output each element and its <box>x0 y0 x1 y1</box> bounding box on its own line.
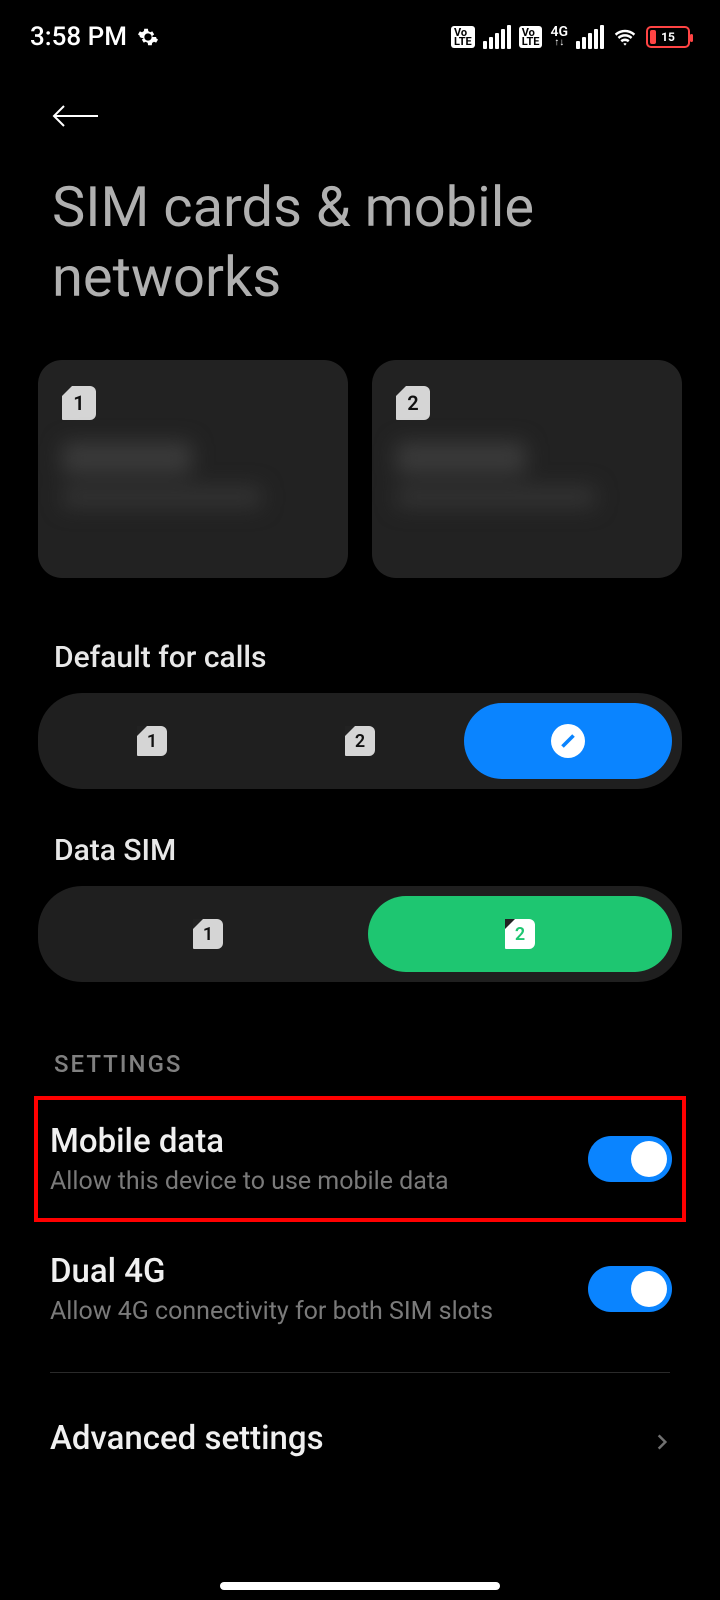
sim-chip-icon: 2 <box>505 919 535 949</box>
data-sim-selector: 1 2 <box>38 886 682 982</box>
mobile-data-toggle[interactable] <box>588 1136 672 1182</box>
mobile-data-title: Mobile data <box>50 1122 588 1161</box>
default-calls-sim2[interactable]: 2 <box>256 703 464 779</box>
mobile-data-subtitle: Allow this device to use mobile data <box>50 1167 588 1196</box>
dual-4g-subtitle: Allow 4G connectivity for both SIM slots <box>50 1297 588 1326</box>
sim-card-1-info <box>62 442 324 508</box>
dual-4g-toggle[interactable] <box>588 1266 672 1312</box>
data-sim-2[interactable]: 2 <box>368 896 672 972</box>
settings-heading: SETTINGS <box>0 982 720 1092</box>
volte-icon: VoLTE <box>519 26 543 48</box>
battery-icon: 15 <box>646 26 690 48</box>
home-indicator[interactable] <box>220 1582 500 1590</box>
sim-chip-icon: 1 <box>62 386 96 420</box>
sim-chip-icon: 2 <box>396 386 430 420</box>
data-sim-1[interactable]: 1 <box>48 896 368 972</box>
page-title: SIM cards & mobile networks <box>0 146 720 342</box>
signal-bars-icon <box>483 25 511 49</box>
sim-card-2[interactable]: 2 <box>372 360 682 578</box>
dual-4g-title: Dual 4G <box>50 1252 588 1291</box>
sim-chip-icon: 1 <box>193 919 223 949</box>
wifi-icon <box>612 24 638 50</box>
default-calls-selector: 1 2 <box>38 693 682 789</box>
default-calls-label: Default for calls <box>0 596 720 693</box>
signal-bars-icon <box>576 25 604 49</box>
sim-chip-icon: 2 <box>345 726 375 756</box>
network-4g-icon: 4G ↑↓ <box>550 27 568 48</box>
gear-icon <box>137 26 159 48</box>
advanced-settings-title: Advanced settings <box>50 1419 652 1458</box>
divider <box>50 1372 670 1373</box>
default-calls-sim1[interactable]: 1 <box>48 703 256 779</box>
not-allowed-icon <box>551 724 585 758</box>
default-calls-ask[interactable] <box>464 703 672 779</box>
volte-icon: VoLTE <box>451 26 475 48</box>
data-sim-label: Data SIM <box>0 789 720 886</box>
status-time: 3:58 PM <box>30 22 127 52</box>
mobile-data-row[interactable]: Mobile data Allow this device to use mob… <box>34 1096 686 1222</box>
advanced-settings-row[interactable]: Advanced settings <box>0 1393 720 1490</box>
back-button[interactable] <box>50 96 110 136</box>
chevron-right-icon <box>652 1432 672 1452</box>
sim-chip-icon: 1 <box>137 726 167 756</box>
dual-4g-row[interactable]: Dual 4G Allow 4G connectivity for both S… <box>0 1226 720 1352</box>
status-bar: 3:58 PM VoLTE VoLTE 4G ↑↓ 15 <box>0 0 720 60</box>
sim-card-2-info <box>396 442 658 508</box>
sim-card-1[interactable]: 1 <box>38 360 348 578</box>
